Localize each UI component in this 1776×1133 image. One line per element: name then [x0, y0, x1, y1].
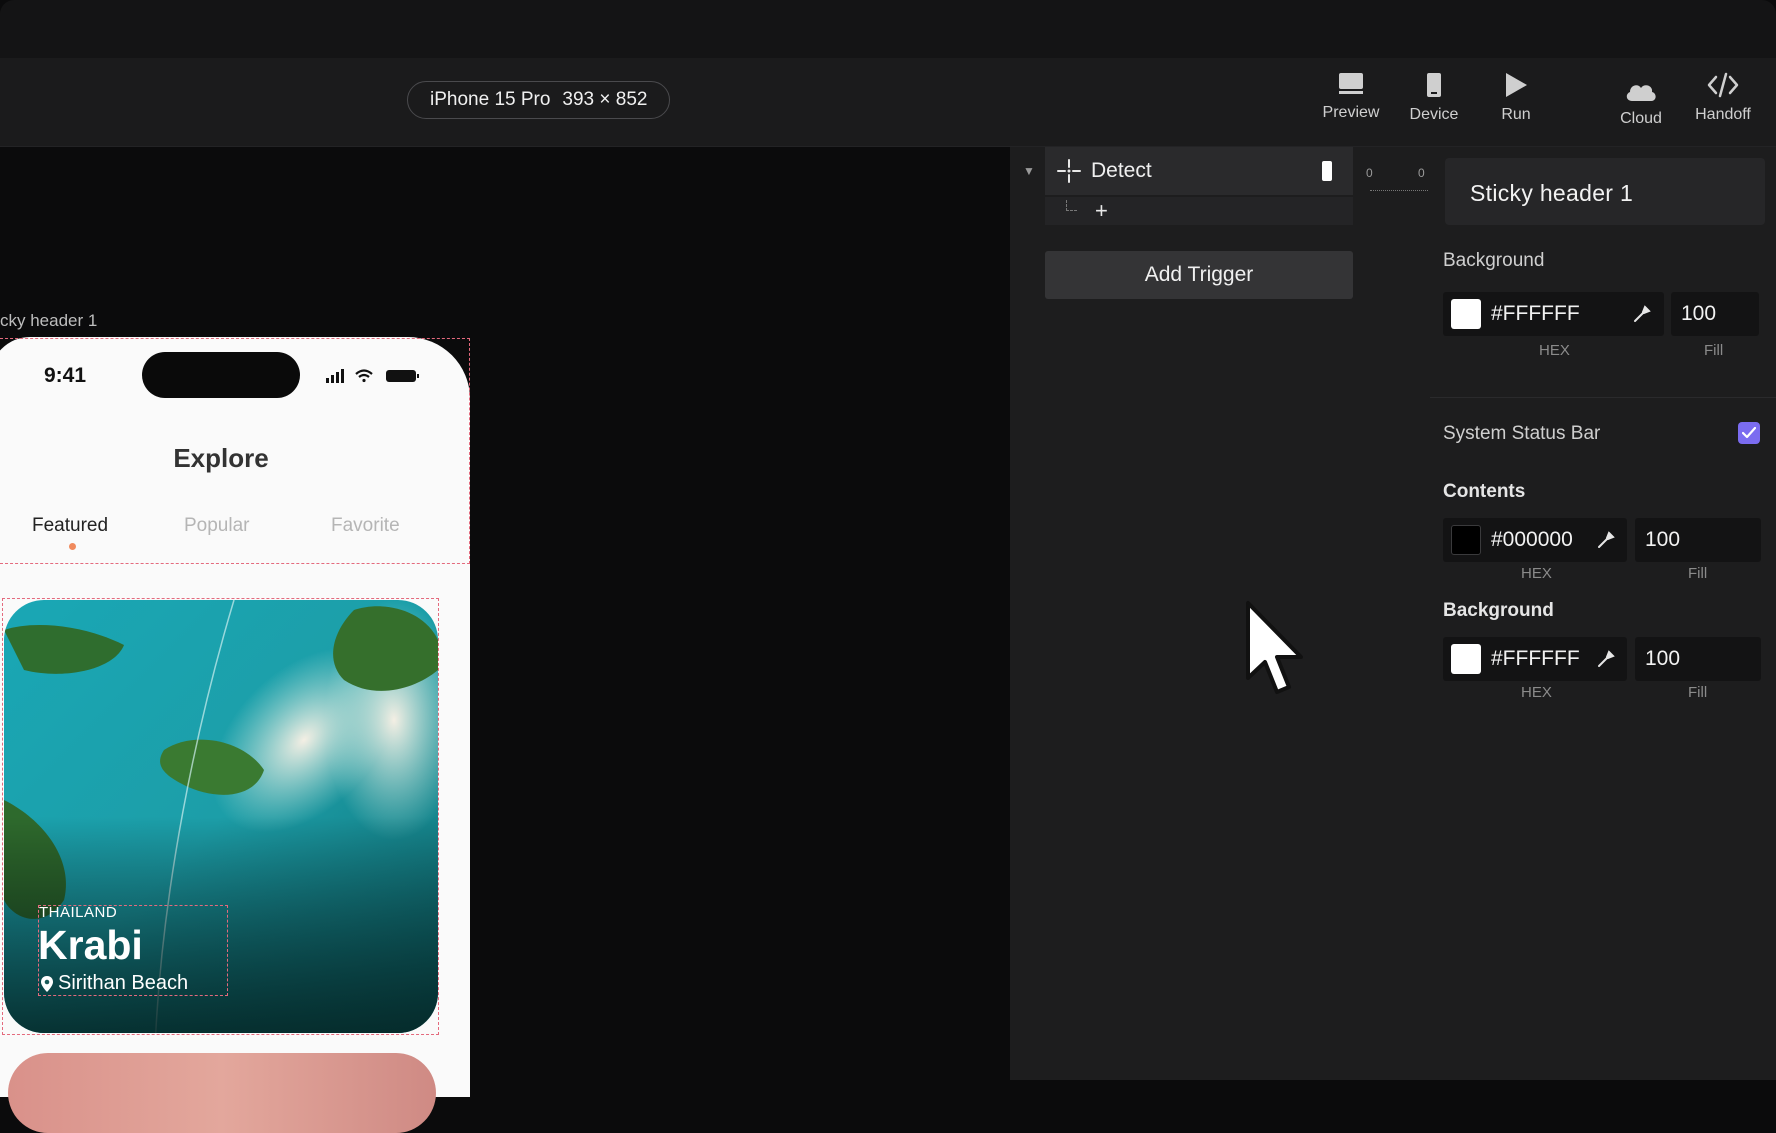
device-name: iPhone 15 Pro: [430, 89, 551, 110]
device-size: 393 × 852: [562, 89, 648, 110]
wifi-icon: [355, 369, 373, 383]
card-title: Krabi: [38, 922, 143, 968]
add-action-icon[interactable]: +: [1095, 198, 1108, 224]
cloud-icon: [1626, 85, 1656, 101]
contents-swatch[interactable]: [1451, 525, 1481, 555]
device-selector[interactable]: iPhone 15 Pro 393 × 852: [407, 81, 671, 119]
add-trigger-button[interactable]: Add Trigger: [1045, 251, 1353, 299]
device-button[interactable]: Device: [1398, 72, 1470, 124]
trigger-subrow: [1045, 197, 1353, 225]
run-button[interactable]: Run: [1480, 72, 1552, 124]
eyedropper-icon[interactable]: [1597, 650, 1615, 668]
status-background-hex-value: #FFFFFF: [1491, 647, 1580, 670]
device-icon: [1427, 73, 1441, 97]
card-location-text: Sirithan Beach: [58, 972, 189, 994]
handoff-button[interactable]: Handoff: [1687, 72, 1759, 124]
run-label: Run: [1501, 106, 1531, 123]
status-bar-label: System Status Bar: [1443, 423, 1601, 444]
location-pin-icon: [41, 975, 53, 992]
cloud-button[interactable]: Cloud: [1605, 80, 1677, 128]
trigger-label: Detect: [1091, 159, 1152, 182]
collapse-arrow-icon[interactable]: ▼: [1023, 164, 1035, 178]
layer-name: Sticky header 1: [1470, 180, 1634, 206]
status-background-swatch[interactable]: [1451, 644, 1481, 674]
status-icons: [326, 369, 419, 383]
fill-caption: Fill: [1704, 342, 1724, 359]
tree-branch-icon: [1066, 200, 1077, 211]
mouse-cursor-icon: [1246, 601, 1303, 694]
background-fill-field[interactable]: 100: [1671, 292, 1759, 336]
frame-label[interactable]: cky header 1: [0, 311, 97, 331]
status-background-fill-value: 100: [1645, 647, 1681, 670]
contents-hex-value: #000000: [1491, 528, 1573, 551]
status-background-label: Background: [1443, 600, 1554, 621]
tab-featured[interactable]: Featured: [32, 515, 108, 537]
background-hex-field[interactable]: #FFFFFF: [1443, 292, 1664, 336]
fill-caption: Fill: [1688, 565, 1708, 582]
preview-button[interactable]: Preview: [1315, 72, 1387, 122]
card-country: THAILAND: [39, 904, 118, 921]
hex-caption: HEX: [1521, 565, 1552, 582]
status-background-fill-field[interactable]: 100: [1635, 637, 1761, 681]
trigger-row[interactable]: Detect: [1045, 147, 1353, 195]
cloud-label: Cloud: [1620, 110, 1662, 127]
status-bar-checkbox[interactable]: [1738, 422, 1760, 444]
contents-label: Contents: [1443, 481, 1526, 502]
destination-card-2[interactable]: [8, 1053, 436, 1133]
fill-caption: Fill: [1688, 684, 1708, 701]
screen-title: Explore: [173, 443, 269, 473]
preview-icon: [1339, 73, 1363, 94]
eyedropper-icon[interactable]: [1633, 305, 1651, 323]
contents-fill-field[interactable]: 100: [1635, 518, 1761, 562]
timeline-ruler[interactable]: 0 0: [1362, 160, 1428, 200]
timeline-end: 0: [1418, 166, 1425, 180]
section-divider: [1430, 397, 1776, 398]
card-location: Sirithan Beach: [40, 972, 188, 995]
device-label: Device: [1409, 106, 1459, 123]
tab-favorite[interactable]: Favorite: [331, 515, 400, 537]
checkmark-icon: [1742, 427, 1756, 439]
timeline-ticks: [1370, 190, 1428, 191]
contents-fill-value: 100: [1645, 528, 1681, 551]
hex-caption: HEX: [1521, 684, 1552, 701]
battery-icon: [386, 370, 419, 382]
active-tab-indicator: [69, 543, 76, 550]
background-fill-value: 100: [1681, 302, 1717, 325]
timeline-start: 0: [1366, 166, 1373, 180]
trigger-color-marker: [1322, 161, 1332, 181]
detect-icon: [1057, 159, 1081, 183]
preview-label: Preview: [1322, 104, 1380, 121]
tab-popular[interactable]: Popular: [184, 515, 250, 537]
background-label: Background: [1443, 250, 1545, 271]
signal-icon: [326, 369, 344, 383]
eyedropper-icon[interactable]: [1597, 531, 1615, 549]
status-bar-time: 9:41: [44, 364, 87, 387]
window-titlebar: [0, 0, 1776, 58]
handoff-label: Handoff: [1695, 106, 1751, 123]
code-icon: [1707, 72, 1739, 98]
background-swatch[interactable]: [1451, 299, 1481, 329]
dynamic-island: [142, 352, 300, 398]
play-icon: [1506, 73, 1527, 97]
hex-caption: HEX: [1539, 342, 1570, 359]
background-hex-value: #FFFFFF: [1491, 302, 1580, 325]
